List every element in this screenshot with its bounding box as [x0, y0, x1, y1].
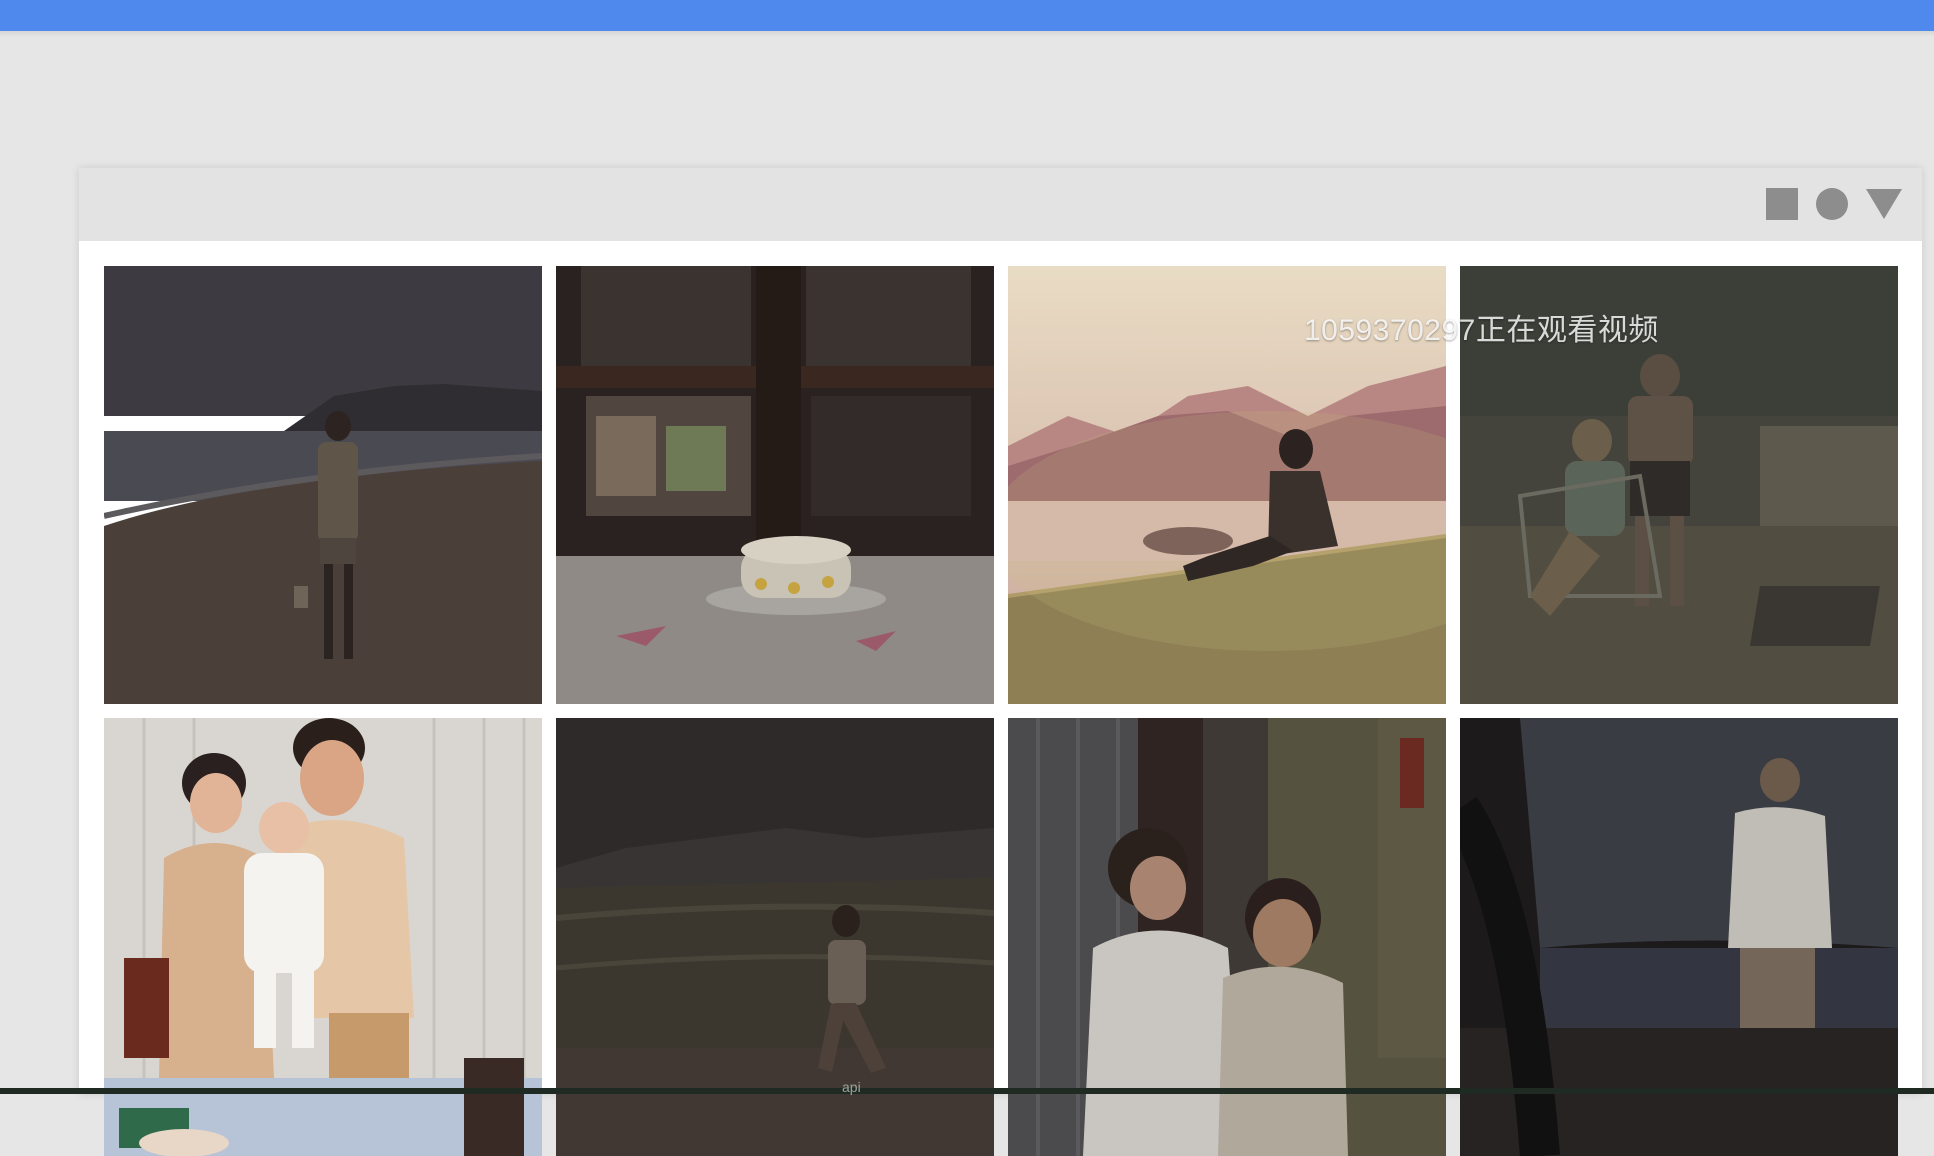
browser-top-bar	[0, 0, 1934, 31]
viewer-watermark: 1059370297正在观看视频	[1304, 314, 1659, 347]
circle-icon[interactable]	[1816, 188, 1848, 220]
photo-thumbnail-beach-woman[interactable]	[104, 266, 542, 704]
square-icon[interactable]	[1766, 188, 1798, 220]
top-bar-shadow	[0, 31, 1934, 37]
window-controls	[1766, 188, 1902, 220]
photo-thumbnail-cake[interactable]	[556, 266, 994, 704]
window-titlebar	[79, 168, 1922, 241]
bottom-caption: api	[842, 1079, 861, 1095]
bottom-strip	[0, 1088, 1934, 1094]
triangle-down-icon[interactable]	[1866, 189, 1902, 219]
